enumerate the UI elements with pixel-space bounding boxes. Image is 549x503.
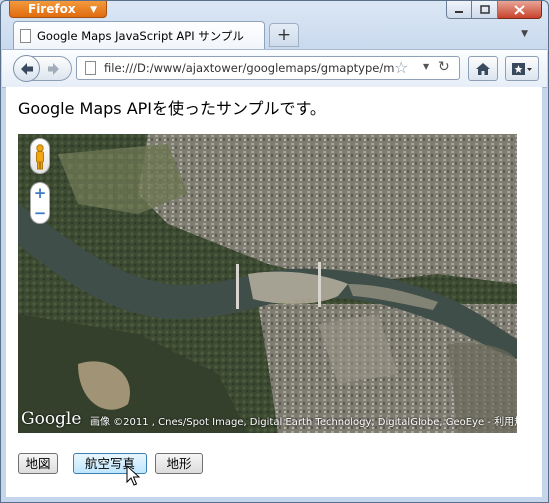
url-text[interactable]: file:///D:/www/ajaxtower/googlemaps/gmap…	[104, 61, 394, 75]
mouse-cursor-icon	[126, 465, 140, 486]
page-content: Google Maps APIを使ったサンプルです。 + − Google 画像…	[6, 87, 542, 497]
forward-button[interactable]	[47, 58, 61, 80]
back-button[interactable]	[13, 55, 40, 82]
firefox-menu-button[interactable]: Firefox ▼	[9, 1, 107, 18]
window-controls	[446, 1, 542, 19]
page-icon	[20, 28, 31, 43]
navigation-toolbar: file:///D:/www/ajaxtower/googlemaps/gmap…	[2, 49, 547, 88]
street-view-pegman-button[interactable]	[30, 138, 50, 174]
google-map[interactable]: + − Google 画像 ©2011 , Cnes/Spot Image, D…	[18, 134, 517, 433]
page-icon	[85, 61, 96, 75]
minimize-icon	[455, 10, 463, 13]
list-tabs-icon[interactable]: ▼	[521, 29, 528, 39]
minimize-button[interactable]	[446, 1, 472, 19]
browser-tab[interactable]: Google Maps JavaScript API サンプル	[13, 21, 265, 49]
bookmarks-button[interactable]	[505, 56, 539, 81]
maximize-icon	[479, 5, 490, 14]
map-type-terrain-button[interactable]: 地形	[155, 453, 203, 474]
close-icon	[514, 4, 525, 15]
browser-window: Firefox ▼ Google Maps JavaScript API サンプ…	[0, 0, 549, 503]
new-tab-button[interactable]: +	[269, 23, 299, 47]
map-type-roadmap-button[interactable]: 地図	[18, 453, 58, 474]
pegman-icon	[36, 144, 44, 170]
page-heading: Google Maps APIを使ったサンプルです。	[18, 99, 326, 118]
firefox-menu-label: Firefox	[28, 2, 76, 16]
zoom-in-button[interactable]: +	[31, 183, 49, 203]
bookmarks-icon	[512, 63, 532, 75]
close-window-button[interactable]	[498, 1, 542, 19]
history-dropdown-icon[interactable]: ▼	[423, 62, 429, 71]
tab-title: Google Maps JavaScript API サンプル	[37, 28, 244, 43]
map-copyright: 画像 ©2011 , Cnes/Spot Image, Digital Eart…	[90, 417, 517, 428]
zoom-control: + −	[30, 182, 50, 224]
back-arrow-icon	[20, 63, 33, 75]
google-logo[interactable]: Google	[21, 409, 81, 429]
forward-arrow-icon	[48, 63, 59, 75]
zoom-out-button[interactable]: −	[31, 203, 49, 223]
address-bar[interactable]: file:///D:/www/ajaxtower/googlemaps/gmap…	[76, 56, 460, 80]
chevron-down-icon: ▼	[90, 5, 97, 15]
back-forward-group	[13, 55, 72, 82]
home-button[interactable]	[468, 56, 498, 81]
bookmark-star-icon[interactable]: ☆	[394, 58, 408, 77]
maximize-button[interactable]	[472, 1, 498, 19]
reload-icon[interactable]: ↻	[438, 59, 450, 75]
home-icon	[476, 63, 490, 75]
satellite-imagery	[18, 134, 517, 433]
